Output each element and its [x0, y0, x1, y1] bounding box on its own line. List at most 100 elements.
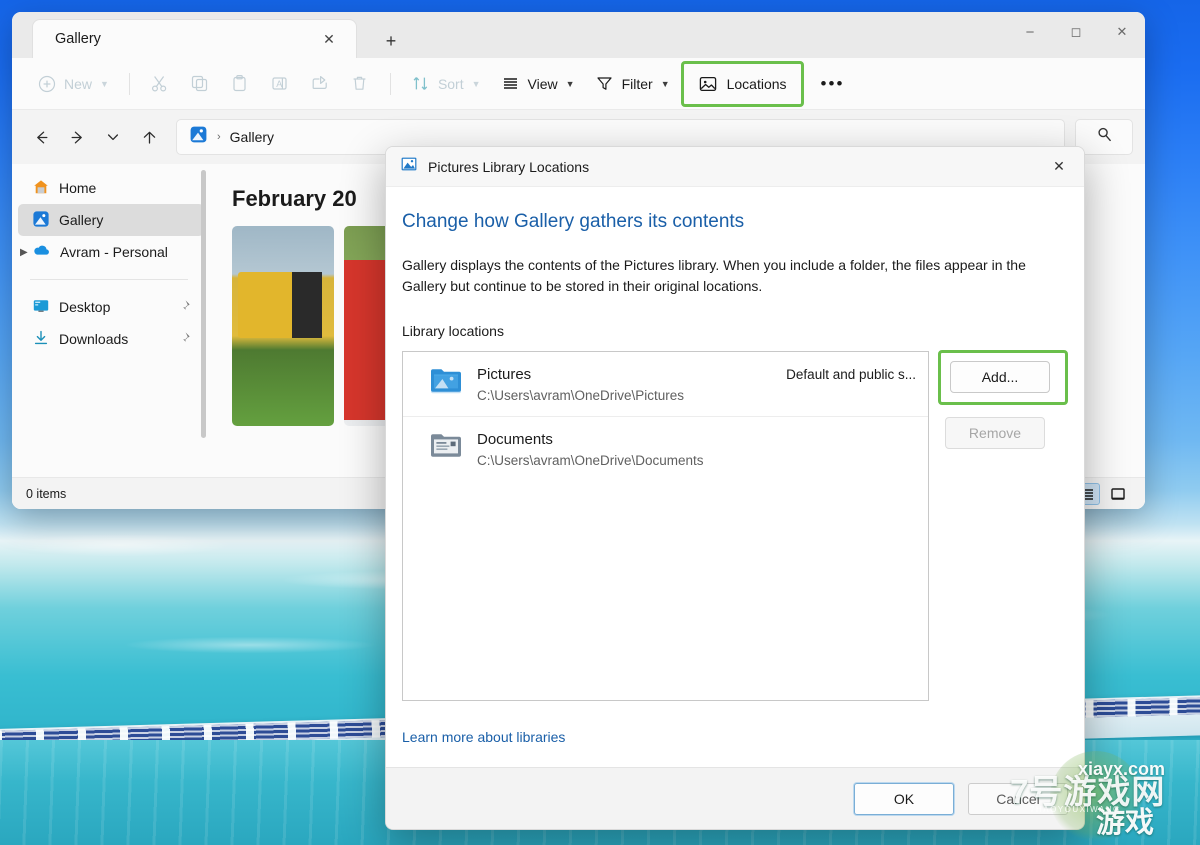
chevron-down-icon: ▼	[661, 79, 670, 89]
share-icon	[310, 74, 330, 94]
desktop-icon	[32, 297, 50, 318]
library-locations-list[interactable]: Pictures C:\Users\avram\OneDrive\Picture…	[402, 351, 929, 701]
list-item[interactable]: Documents C:\Users\avram\OneDrive\Docume…	[403, 416, 928, 481]
minimize-button[interactable]: −	[1007, 12, 1053, 52]
paste-icon	[230, 74, 250, 94]
share-button[interactable]	[301, 67, 339, 101]
locations-button-label: Locations	[727, 76, 787, 92]
filter-button[interactable]: Filter ▼	[586, 67, 679, 101]
view-button-label: View	[528, 76, 558, 92]
tab-strip: Gallery ✕ + − ◻ ✕	[12, 12, 1145, 58]
breadcrumb-current: Gallery	[230, 129, 274, 145]
plus-circle-icon	[37, 74, 57, 94]
dialog-close-button[interactable]: ✕	[1042, 152, 1076, 182]
location-path: C:\Users\avram\OneDrive\Pictures	[477, 388, 786, 403]
trash-icon	[350, 74, 370, 94]
new-button[interactable]: New ▼	[28, 67, 118, 101]
sidebar-item-label: Gallery	[59, 212, 103, 228]
copy-button[interactable]	[181, 67, 219, 101]
svg-text:A: A	[277, 79, 283, 89]
toolbar-divider	[129, 73, 130, 95]
download-icon	[32, 329, 50, 350]
delete-button[interactable]	[341, 67, 379, 101]
view-button[interactable]: View ▼	[492, 67, 584, 101]
ok-button[interactable]: OK	[854, 783, 954, 815]
dialog-heading: Change how Gallery gathers its contents	[402, 211, 1068, 233]
sidebar-item-label: Downloads	[59, 331, 128, 347]
documents-folder-icon	[429, 430, 463, 460]
chevron-down-icon: ▼	[472, 79, 481, 89]
sidebar-item-label: Desktop	[59, 299, 110, 315]
back-button[interactable]	[24, 120, 58, 154]
locations-toolbar-button[interactable]: Locations	[681, 61, 804, 107]
photo-thumbnail[interactable]	[232, 226, 334, 426]
overflow-dots-icon: •••	[821, 74, 845, 94]
sidebar-scrollbar[interactable]	[201, 170, 206, 438]
cancel-button[interactable]: Cancel	[968, 783, 1068, 815]
list-lines-icon	[501, 74, 521, 94]
close-window-button[interactable]: ✕	[1099, 12, 1145, 52]
rename-icon: A	[270, 74, 290, 94]
locations-area: Pictures C:\Users\avram\OneDrive\Picture…	[402, 351, 1068, 701]
dialog-footer: OK Cancel	[386, 767, 1084, 829]
toolbar-divider-2	[390, 73, 391, 95]
chevron-down-icon: ▼	[566, 79, 575, 89]
pin-icon[interactable]	[181, 331, 194, 347]
maximize-button[interactable]: ◻	[1053, 12, 1099, 52]
cut-button[interactable]	[141, 67, 179, 101]
up-button[interactable]	[132, 120, 166, 154]
dialog-title: Pictures Library Locations	[428, 159, 1032, 175]
dialog-title-bar: Pictures Library Locations ✕	[386, 147, 1084, 187]
copy-icon	[190, 74, 210, 94]
pin-icon[interactable]	[181, 299, 194, 315]
chevron-right-icon[interactable]: ▶	[20, 247, 28, 258]
paste-button[interactable]	[221, 67, 259, 101]
onedrive-cloud-icon	[32, 241, 51, 263]
search-icon	[1096, 126, 1113, 148]
sidebar-item-label: Avram - Personal	[60, 244, 168, 260]
library-locations-label: Library locations	[402, 323, 1068, 339]
add-location-highlight: Add...	[938, 350, 1068, 405]
pictures-library-locations-dialog: Pictures Library Locations ✕ Change how …	[385, 146, 1085, 830]
command-toolbar: New ▼ A	[12, 58, 1145, 110]
dialog-body: Change how Gallery gathers its contents …	[386, 187, 1084, 767]
picture-frame-icon	[698, 74, 718, 94]
window-controls: − ◻ ✕	[1007, 12, 1145, 52]
list-item-texts: Documents C:\Users\avram\OneDrive\Docume…	[477, 430, 916, 468]
location-meta: Default and public s...	[786, 365, 916, 382]
sort-button[interactable]: Sort ▼	[402, 67, 490, 101]
rename-button[interactable]: A	[261, 67, 299, 101]
location-name: Pictures	[477, 366, 531, 383]
new-tab-button[interactable]: +	[378, 28, 404, 54]
location-name: Documents	[477, 431, 553, 448]
sidebar-divider	[30, 279, 188, 280]
item-count-label: 0 items	[26, 487, 66, 501]
sidebar-item-gallery[interactable]: Gallery	[18, 204, 204, 236]
sidebar-item-desktop[interactable]: Desktop	[18, 291, 204, 323]
picture-library-icon	[400, 155, 418, 178]
recent-locations-button[interactable]	[96, 120, 130, 154]
sidebar-item-downloads[interactable]: Downloads	[18, 323, 204, 355]
gallery-icon	[32, 210, 50, 231]
sidebar-item-home[interactable]: Home	[18, 172, 204, 204]
tab-close-icon[interactable]: ✕	[316, 26, 342, 52]
filter-button-label: Filter	[622, 76, 653, 92]
tab-label: Gallery	[55, 31, 316, 47]
forward-button[interactable]	[60, 120, 94, 154]
sort-button-label: Sort	[438, 76, 464, 92]
overflow-menu-button[interactable]: •••	[812, 67, 854, 101]
new-button-label: New	[64, 76, 92, 92]
scissors-icon	[150, 74, 170, 94]
preview-pane-icon[interactable]	[1105, 483, 1131, 505]
chevron-down-icon: ▼	[100, 79, 109, 89]
breadcrumb-separator: ›	[217, 131, 221, 143]
list-item[interactable]: Pictures C:\Users\avram\OneDrive\Picture…	[403, 352, 928, 416]
add-location-button[interactable]: Add...	[950, 361, 1050, 393]
remove-location-button[interactable]: Remove	[945, 417, 1045, 449]
sidebar-item-label: Home	[59, 180, 96, 196]
funnel-icon	[595, 74, 615, 94]
navigation-pane: Home Gallery ▶ Avram - Personal	[12, 164, 210, 509]
tab-gallery[interactable]: Gallery ✕	[32, 19, 357, 58]
sidebar-item-onedrive[interactable]: ▶ Avram - Personal	[18, 236, 204, 268]
learn-more-link[interactable]: Learn more about libraries	[402, 729, 565, 745]
